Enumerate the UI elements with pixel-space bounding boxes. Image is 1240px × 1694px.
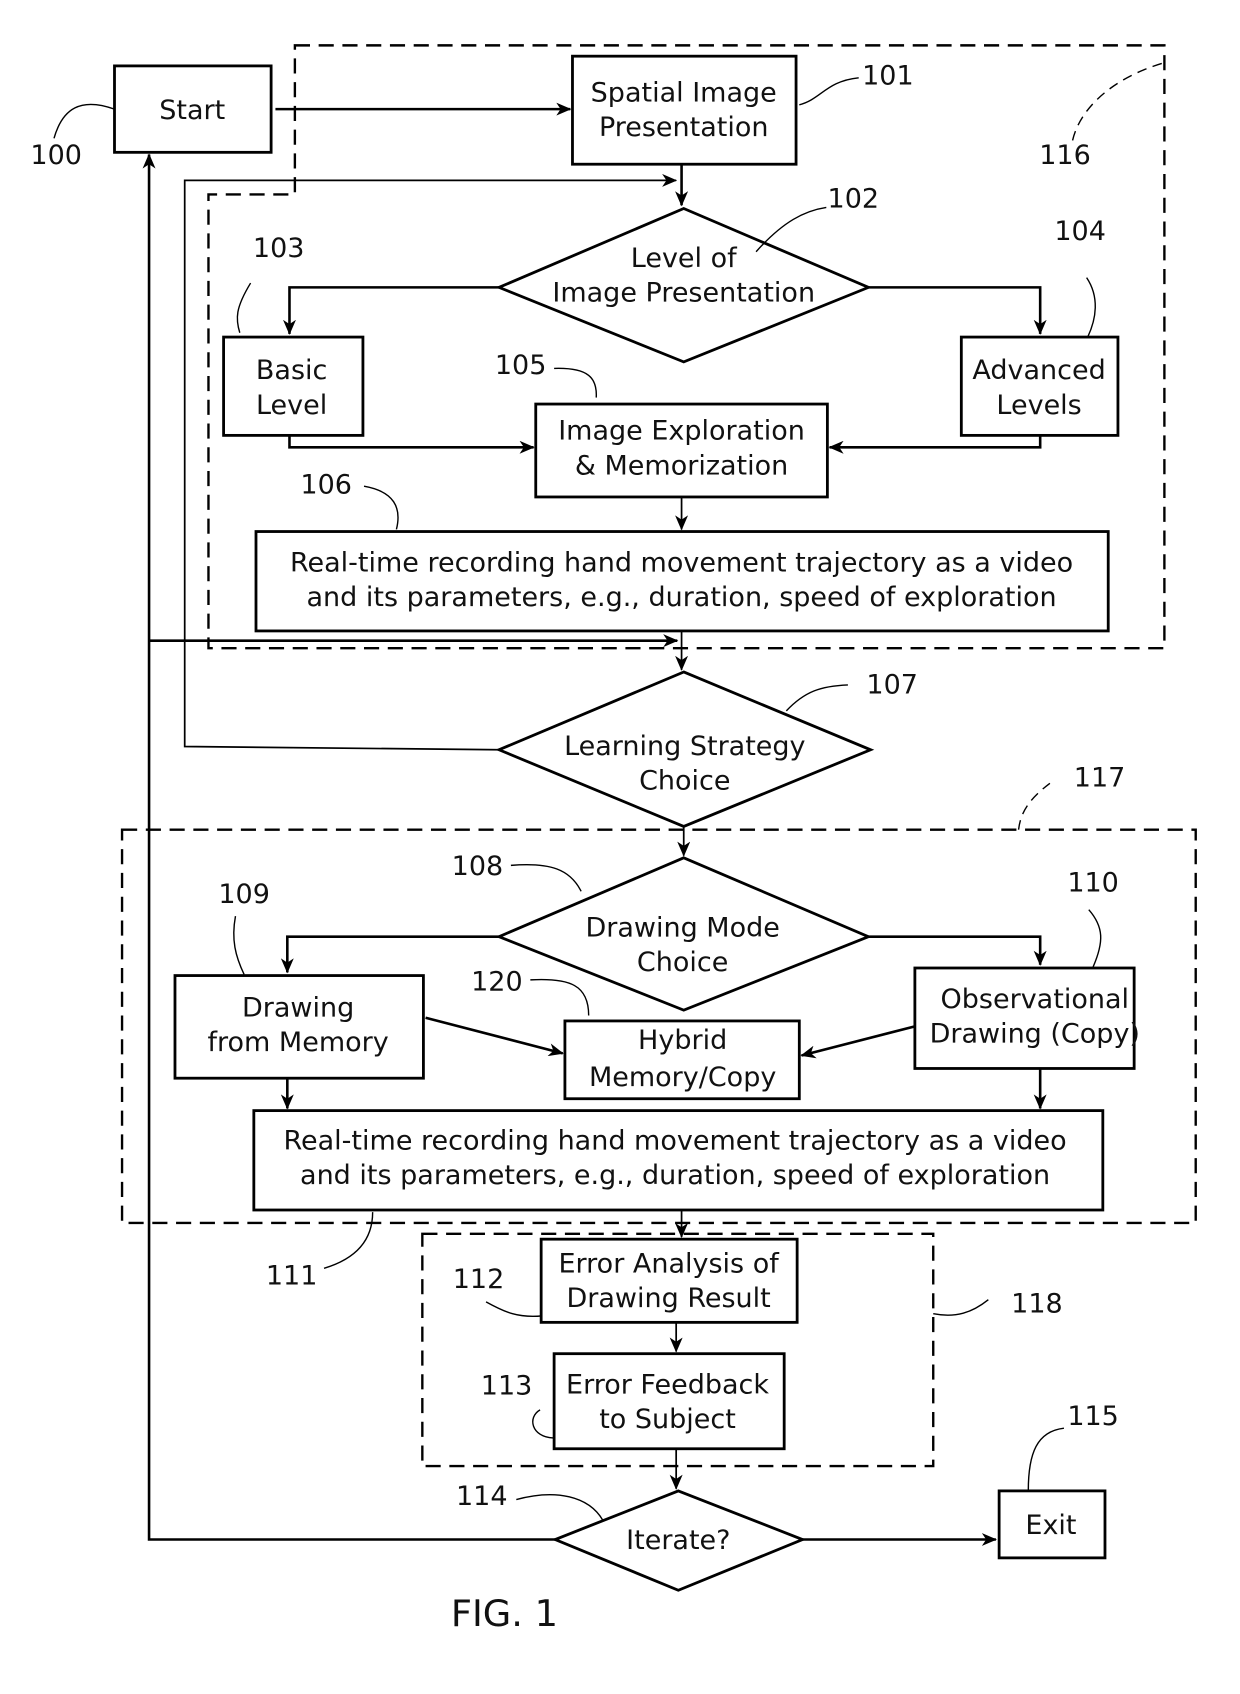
node-level-of-image-presentation: Level of Image Presentation <box>495 206 873 364</box>
edge-level-to-advanced <box>868 286 1047 335</box>
leader-105 <box>554 367 597 398</box>
node-strategy-label-line1: Learning Strategy <box>564 731 805 762</box>
node-basic-label-line2: Level <box>256 390 327 421</box>
leader-110 <box>1088 909 1102 968</box>
node-advanced-label-line1: Advanced <box>972 355 1105 386</box>
flowchart-figure: Start Spatial Image Presentation Level o… <box>30 44 1197 1635</box>
node-exit-label: Exit <box>1025 1510 1076 1541</box>
ref-117: 117 <box>1074 762 1126 793</box>
node-strategy-label-line2: Choice <box>639 766 730 797</box>
ref-107: 107 <box>866 670 918 701</box>
leader-104 <box>1086 277 1096 338</box>
leader-116 <box>1071 61 1165 141</box>
node-recording106-label-line1: Real-time recording hand movement trajec… <box>290 548 1073 579</box>
node-observational-label-line1: Observational <box>941 984 1129 1015</box>
node-exit: Exit <box>997 1489 1107 1560</box>
leader-103 <box>236 282 252 333</box>
ref-118: 118 <box>1011 1289 1063 1320</box>
ref-104: 104 <box>1054 216 1106 247</box>
node-exploration-label-line2: & Memorization <box>575 450 788 481</box>
node-spatial-label-line2: Presentation <box>599 112 769 143</box>
leader-100 <box>53 103 115 139</box>
node-image-exploration: Image Exploration & Memorization <box>534 402 829 499</box>
node-analysis-label-line2: Drawing Result <box>566 1283 770 1314</box>
leader-112 <box>485 1301 543 1318</box>
node-observational-drawing: Observational Drawing (Copy) <box>913 966 1140 1070</box>
edge-memory-to-hybrid <box>425 1016 564 1057</box>
leader-106 <box>363 485 399 530</box>
node-drawing-mode-choice: Drawing Mode Choice <box>495 856 873 1012</box>
leader-117 <box>1017 782 1051 830</box>
ref-112: 112 <box>453 1264 505 1295</box>
ref-111: 111 <box>266 1261 318 1292</box>
node-memory-label-line1: Drawing <box>242 993 354 1024</box>
node-basic-label-line1: Basic <box>256 355 327 386</box>
ref-105: 105 <box>495 350 547 381</box>
ref-106: 106 <box>300 470 352 501</box>
node-start-label: Start <box>159 95 225 126</box>
edge-advanced-to-exploration <box>828 435 1042 454</box>
ref-102: 102 <box>828 183 880 214</box>
node-advanced-levels: Advanced Levels <box>959 335 1120 437</box>
ref-113: 113 <box>481 1371 533 1402</box>
leader-118 <box>933 1299 989 1316</box>
node-memory-label-line2: from Memory <box>208 1027 389 1058</box>
edge-basic-to-exploration <box>288 435 535 454</box>
ref-116: 116 <box>1039 140 1091 171</box>
node-advanced-label-line2: Levels <box>996 390 1081 421</box>
leader-120 <box>530 978 590 1016</box>
node-hybrid: Hybrid Memory/Copy <box>563 1019 801 1101</box>
node-learning-strategy-choice: Learning Strategy Choice <box>495 670 875 828</box>
leader-107 <box>785 684 848 712</box>
node-mode-label-line2: Choice <box>637 947 728 978</box>
leader-108 <box>510 864 582 892</box>
node-hybrid-label-line2: Memory/Copy <box>589 1062 776 1093</box>
node-error-feedback: Error Feedback to Subject <box>552 1352 786 1451</box>
edge-mode-to-observational <box>868 935 1047 966</box>
node-drawing-from-memory: Drawing from Memory <box>173 974 425 1080</box>
ref-110: 110 <box>1067 867 1119 898</box>
node-error-analysis: Error Analysis of Drawing Result <box>539 1237 799 1324</box>
node-level-label-line2: Image Presentation <box>552 277 815 308</box>
leader-101 <box>799 77 859 106</box>
leader-114 <box>516 1494 604 1521</box>
node-iterate: Iterate? <box>551 1489 807 1592</box>
figure-caption: FIG. 1 <box>451 1592 558 1635</box>
ref-103: 103 <box>253 233 305 264</box>
ref-120: 120 <box>471 967 523 998</box>
node-observational-label-line2: Drawing (Copy) <box>930 1019 1140 1050</box>
ref-115: 115 <box>1067 1401 1119 1432</box>
node-level-label-line1: Level of <box>631 243 738 274</box>
ref-108: 108 <box>452 851 504 882</box>
node-mode-label-line1: Drawing Mode <box>585 913 779 944</box>
leader-115 <box>1027 1427 1065 1491</box>
leader-111 <box>323 1212 374 1270</box>
node-start: Start <box>113 64 273 154</box>
node-recording-exploration: Real-time recording hand movement trajec… <box>254 530 1110 633</box>
ref-114: 114 <box>456 1481 508 1512</box>
node-iterate-label: Iterate? <box>626 1525 730 1556</box>
node-recording111-label-line1: Real-time recording hand movement trajec… <box>284 1125 1067 1156</box>
node-recording111-label-line2: and its parameters, e.g., duration, spee… <box>300 1160 1050 1191</box>
node-analysis-label-line1: Error Analysis of <box>558 1249 780 1280</box>
node-feedback-label-line1: Error Feedback <box>566 1370 769 1401</box>
node-recording106-label-line2: and its parameters, e.g., duration, spee… <box>307 582 1057 613</box>
edge-level-to-basic <box>282 286 500 335</box>
leader-109 <box>233 916 245 975</box>
edge-observational-to-hybrid <box>800 1025 916 1059</box>
node-feedback-label-line2: to Subject <box>599 1404 736 1435</box>
node-recording-drawing: Real-time recording hand movement trajec… <box>252 1109 1105 1212</box>
edge-mode-to-memory <box>280 935 500 974</box>
node-basic-level: Basic Level <box>222 335 365 437</box>
node-exploration-label-line1: Image Exploration <box>558 416 805 447</box>
node-spatial-image-presentation: Spatial Image Presentation <box>571 54 798 166</box>
ref-100: 100 <box>30 140 82 171</box>
leader-113 <box>532 1409 554 1439</box>
node-spatial-label-line1: Spatial Image <box>591 78 777 109</box>
ref-101: 101 <box>862 60 914 91</box>
node-hybrid-label-line1: Hybrid <box>638 1025 727 1056</box>
ref-109: 109 <box>218 879 270 910</box>
